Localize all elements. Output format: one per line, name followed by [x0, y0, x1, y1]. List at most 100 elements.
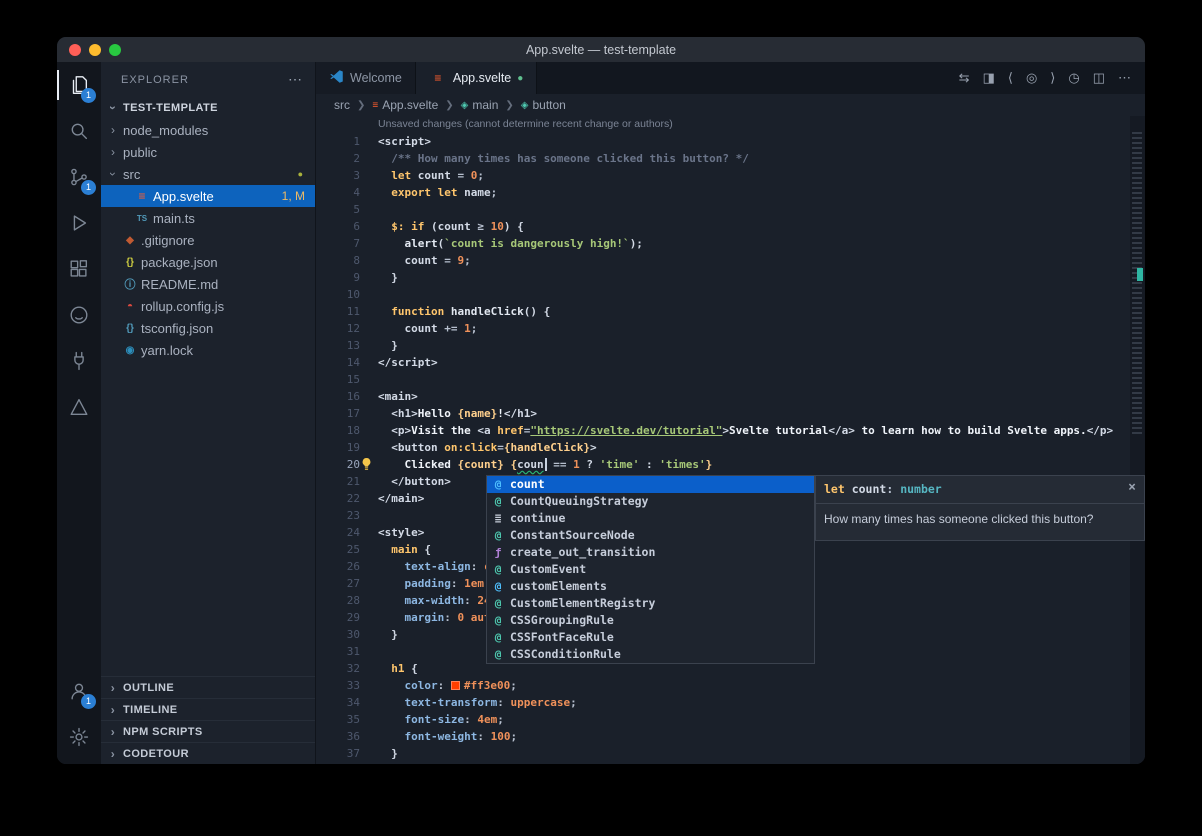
code-line[interactable]: 19 <button on:click={handleClick}>	[316, 439, 1145, 456]
tree-item-main-ts[interactable]: TSmain.ts	[101, 207, 315, 229]
line-content[interactable]	[360, 286, 378, 303]
workspace-root-header[interactable]: › TEST-TEMPLATE	[101, 97, 315, 119]
line-content[interactable]: text-transform: uppercase;	[360, 694, 577, 711]
suggestion-count[interactable]: @count	[487, 476, 814, 493]
line-number[interactable]: 31	[316, 643, 360, 660]
line-number[interactable]: 17	[316, 405, 360, 422]
suggestion-constantsourcenode[interactable]: @ConstantSourceNode	[487, 527, 814, 544]
line-number[interactable]: 4	[316, 184, 360, 201]
activity-explorer-icon[interactable]: 1	[57, 62, 101, 108]
tree-item-rollup-config-js[interactable]: ◓rollup.config.js	[101, 295, 315, 317]
code-line[interactable]: 14</script>	[316, 354, 1145, 371]
color-swatch[interactable]	[451, 681, 460, 690]
section-outline[interactable]: ›OUTLINE	[101, 676, 315, 698]
line-number[interactable]: 10	[316, 286, 360, 303]
line-number[interactable]: 1	[316, 133, 360, 150]
line-number[interactable]: 11	[316, 303, 360, 320]
line-number[interactable]: 36	[316, 728, 360, 745]
code-line[interactable]: 7 alert(`count is dangerously high!`);	[316, 235, 1145, 252]
dirty-indicator-dot[interactable]: ●	[517, 73, 523, 84]
suggestion-cssconditionrule[interactable]: @CSSConditionRule	[487, 646, 814, 663]
code-line[interactable]: 11 function handleClick() {	[316, 303, 1145, 320]
line-number[interactable]: 27	[316, 575, 360, 592]
activity-extensions-icon[interactable]	[57, 246, 101, 292]
line-content[interactable]	[360, 371, 378, 388]
line-content[interactable]: font-weight: 100;	[360, 728, 517, 745]
open-preview-icon[interactable]: ◨	[983, 70, 995, 86]
split-editor-icon[interactable]: ◫	[1093, 70, 1105, 86]
line-content[interactable]: <style>	[360, 524, 424, 541]
line-number[interactable]: 8	[316, 252, 360, 269]
tab-welcome[interactable]: Welcome	[316, 62, 416, 94]
line-number[interactable]: 2	[316, 150, 360, 167]
line-number[interactable]: 21	[316, 473, 360, 490]
line-number[interactable]: 12	[316, 320, 360, 337]
next-annotation-icon[interactable]: ⟩	[1050, 70, 1055, 86]
tree-item-public[interactable]: ›public	[101, 141, 315, 163]
code-line[interactable]: 35 font-size: 4em;	[316, 711, 1145, 728]
line-number[interactable]: 25	[316, 541, 360, 558]
line-content[interactable]: <script>	[360, 133, 431, 150]
line-number[interactable]: 14	[316, 354, 360, 371]
section-codetour[interactable]: ›CODETOUR	[101, 742, 315, 764]
line-number[interactable]: 3	[316, 167, 360, 184]
line-number[interactable]: 33	[316, 677, 360, 694]
tab-app-svelte[interactable]: ≡App.svelte●	[416, 62, 537, 94]
line-number[interactable]: 15	[316, 371, 360, 388]
code-line[interactable]: 33 color: #ff3e00;	[316, 677, 1145, 694]
code-line[interactable]: 8 count = 9;	[316, 252, 1145, 269]
code-line[interactable]: 10	[316, 286, 1145, 303]
code-line[interactable]: 15	[316, 371, 1145, 388]
line-content[interactable]: <h1>Hello {name}!</h1>	[360, 405, 537, 422]
code-line[interactable]: 5	[316, 201, 1145, 218]
line-number[interactable]: 24	[316, 524, 360, 541]
code-line[interactable]: 6 $: if (count ≥ 10) {	[316, 218, 1145, 235]
line-number[interactable]: 9	[316, 269, 360, 286]
activity-remote-icon[interactable]	[57, 338, 101, 384]
line-content[interactable]: /** How many times has someone clicked t…	[360, 150, 749, 167]
suggestion-customelementregistry[interactable]: @CustomElementRegistry	[487, 595, 814, 612]
line-content[interactable]: count = 9;	[360, 252, 471, 269]
maximize-window-button[interactable]	[109, 44, 121, 56]
line-content[interactable]: }	[360, 269, 398, 286]
line-number[interactable]: 37	[316, 745, 360, 762]
line-content[interactable]: padding: 1em;	[360, 575, 491, 592]
activity-search-icon[interactable]	[57, 108, 101, 154]
line-content[interactable]: <p>Visit the <a href="https://svelte.dev…	[360, 422, 1113, 439]
line-number[interactable]: 5	[316, 201, 360, 218]
close-icon[interactable]: ×	[1128, 481, 1136, 495]
line-number[interactable]: 30	[316, 626, 360, 643]
line-number[interactable]: 28	[316, 592, 360, 609]
code-line[interactable]: 4 export let name;	[316, 184, 1145, 201]
code-line[interactable]: 13 }	[316, 337, 1145, 354]
code-line[interactable]: 1<script>	[316, 133, 1145, 150]
breadcrumb-item-button[interactable]: ◈button	[521, 98, 566, 112]
code-line[interactable]: 2 /** How many times has someone clicked…	[316, 150, 1145, 167]
line-content[interactable]: font-size: 4em;	[360, 711, 504, 728]
suggestion-customevent[interactable]: @CustomEvent	[487, 561, 814, 578]
line-number[interactable]: 22	[316, 490, 360, 507]
section-timeline[interactable]: ›TIMELINE	[101, 698, 315, 720]
code-line[interactable]: 16<main>	[316, 388, 1145, 405]
close-window-button[interactable]	[69, 44, 81, 56]
activity-settings-icon[interactable]	[57, 714, 101, 760]
breadcrumb-item-app-svelte[interactable]: ≡App.svelte	[372, 98, 438, 112]
code-editor[interactable]: 1<script>2 /** How many times has someon…	[316, 133, 1145, 764]
line-content[interactable]	[360, 643, 378, 660]
tree-item-yarn-lock[interactable]: ◉yarn.lock	[101, 339, 315, 361]
line-number[interactable]: 32	[316, 660, 360, 677]
record-tour-icon[interactable]: ◎	[1026, 70, 1037, 86]
line-number[interactable]: 13	[316, 337, 360, 354]
line-number[interactable]: 16	[316, 388, 360, 405]
minimize-window-button[interactable]	[89, 44, 101, 56]
code-line[interactable]: 3 let count = 0;	[316, 167, 1145, 184]
code-line[interactable]: 37 }	[316, 745, 1145, 762]
line-content[interactable]: count += 1;	[360, 320, 477, 337]
line-number[interactable]: 23	[316, 507, 360, 524]
compare-changes-icon[interactable]: ⇆	[959, 70, 970, 86]
line-content[interactable]: alert(`count is dangerously high!`);	[360, 235, 643, 252]
suggestion-countqueuingstrategy[interactable]: @CountQueuingStrategy	[487, 493, 814, 510]
suggestion-cssfontfacerule[interactable]: @CSSFontFaceRule	[487, 629, 814, 646]
line-number[interactable]: 19	[316, 439, 360, 456]
line-content[interactable]: main {	[360, 541, 431, 558]
